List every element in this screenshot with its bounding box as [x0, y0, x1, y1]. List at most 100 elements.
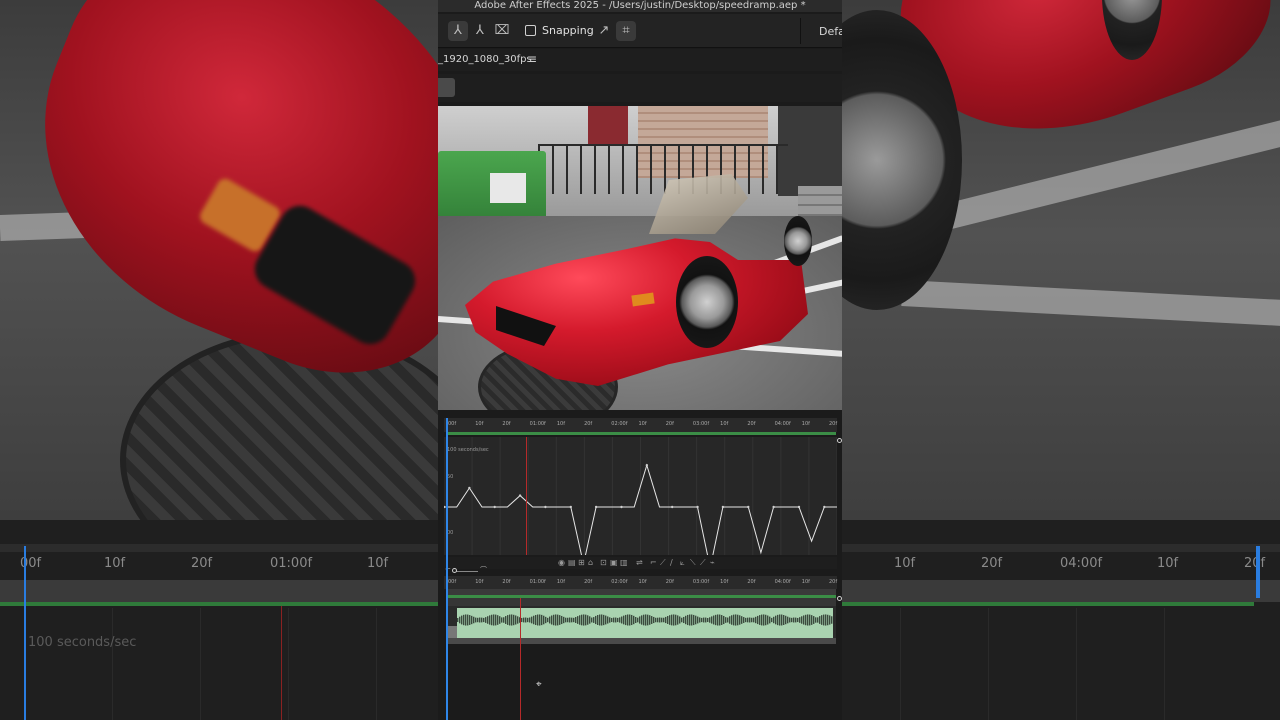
puppet-starch-tool-button[interactable]: ⌧ [492, 21, 512, 41]
waveform-sample [703, 617, 705, 623]
keyframe-point [544, 505, 547, 509]
waveform-sample [473, 616, 475, 624]
audio-waveform[interactable] [457, 608, 833, 638]
waveform-sample [487, 616, 489, 624]
auto-bezier-icon[interactable]: ∕ [670, 558, 673, 567]
waveform-sample [769, 616, 771, 624]
puppet-advanced-tool-button[interactable]: ⅄ [470, 21, 490, 41]
snapping-checkbox[interactable] [525, 25, 536, 36]
keyframe-point [721, 505, 725, 509]
graph-type-icon[interactable]: ▤ [568, 558, 576, 567]
waveform-sample [741, 616, 743, 624]
waveform-sample [535, 614, 537, 626]
composition-breadcrumb-tab[interactable] [438, 78, 455, 97]
waveform-sample [457, 618, 459, 622]
background-ruler [842, 544, 1280, 552]
background-ruler-tick: 20f [981, 556, 1003, 571]
timeline-ruler[interactable]: 00f 10f 20f 01:00f 10f 20f 02:00f 10f 20f 03:00f 1… [444, 576, 837, 589]
waveform-sample [663, 617, 665, 623]
timeline-end-handle[interactable] [837, 596, 842, 601]
background-grid-line [900, 608, 901, 720]
snap-edges-button[interactable]: ↗ [594, 21, 614, 41]
waveform-sample [637, 617, 639, 623]
waveform-sample [587, 615, 589, 625]
waveform-sample [829, 615, 831, 625]
waveform-sample [729, 616, 731, 624]
graph-ruler-tick: 02:00f [611, 421, 628, 427]
graph-editor[interactable]: 100 seconds/sec 50 00 [444, 437, 837, 555]
graph-editor-ruler[interactable]: 00f 10f 20f 01:00f 10f 20f 02:00f 10f 20f 03:00f 1… [444, 418, 837, 432]
screen: 00f 10f 20f 01:00f 10f 100 seconds/sec 1… [0, 0, 1280, 720]
waveform-sample [715, 614, 717, 626]
puppet-pin-tool-button[interactable]: ⅄ [448, 21, 468, 41]
car-front-wheel [676, 256, 738, 348]
timeline-ruler-tick: 02:00f [611, 579, 628, 585]
work-area-end-handle[interactable] [837, 438, 842, 443]
convert-hold-icon[interactable]: ⌐ [650, 558, 657, 567]
waveform-sample [503, 617, 505, 623]
separate-dimensions-icon[interactable]: ▥ [620, 558, 628, 567]
waveform-sample [605, 615, 607, 625]
edit-keyframe-icon[interactable]: ⇌ [636, 558, 643, 567]
waveform-sample [563, 616, 565, 624]
waveform-sample [467, 614, 469, 626]
waveform-sample [827, 614, 829, 626]
keyframe-point [620, 505, 623, 509]
snap-edges-icon: ↗ [598, 23, 610, 38]
timeline-ruler-tick: 04:00f [774, 579, 791, 585]
waveform-sample [685, 615, 687, 625]
show-transform-box-icon[interactable]: ⊞ [578, 558, 585, 567]
waveform-sample [463, 614, 465, 626]
waveform-sample [459, 616, 461, 624]
keyframe-point [594, 505, 598, 509]
hamburger-menu-icon[interactable]: ≡ [527, 52, 537, 66]
graph-work-area-bar[interactable] [446, 432, 836, 435]
snap-icon[interactable]: ⌂ [588, 558, 593, 567]
timeline-ruler-tick: 20f [502, 579, 511, 585]
zoom-slider-handle[interactable] [452, 568, 457, 573]
waveform-sample [771, 617, 773, 623]
speed-graph [444, 437, 837, 555]
waveform-sample [675, 614, 677, 626]
waveform-sample [523, 617, 525, 623]
graph-unit-label: 100 seconds/sec [447, 447, 489, 453]
timeline-empty-area[interactable] [438, 644, 842, 720]
eye-icon[interactable]: ◉ [558, 558, 565, 567]
waveform-sample [567, 617, 569, 623]
graph-ruler-tick: 20f [584, 421, 593, 427]
zoom-control: ⌐ ⌒ [444, 565, 837, 575]
waveform-sample [745, 617, 747, 623]
toolbar: ⅄ ⅄ ⌧ Snapping ↗ ⌗ Defau [438, 14, 842, 48]
waveform-sample [489, 615, 491, 625]
waveform-sample [681, 617, 683, 623]
waveform-sample [497, 615, 499, 625]
waveform-sample [807, 614, 809, 626]
current-time-indicator[interactable] [446, 418, 448, 720]
composition-viewer[interactable] [438, 106, 842, 410]
snap-features-button[interactable]: ⌗ [616, 21, 636, 41]
zoom-slider-track[interactable] [454, 571, 478, 572]
fit-selection-icon[interactable]: ⊡ [600, 558, 607, 567]
waveform-sample [717, 614, 719, 626]
background-grid-line [200, 608, 201, 720]
more-ease-icon[interactable]: ⌁ [710, 558, 715, 567]
graph-ruler-tick: 00f [448, 421, 457, 427]
composition-tab[interactable]: _1920_1080_30fps [438, 54, 532, 65]
waveform-sample [677, 615, 679, 625]
graph-ruler-tick: 10f [801, 421, 810, 427]
workspace-selector[interactable]: Defau [819, 25, 842, 38]
waveform-sample [653, 616, 655, 624]
waveform-sample [501, 617, 503, 623]
keyframe-point [772, 505, 775, 509]
background-grid-line [1076, 608, 1077, 720]
waveform-sample [465, 614, 467, 626]
waveform-sample [639, 616, 641, 624]
timeline-ruler-tick: 00f [448, 579, 457, 585]
graph-ruler-tick: 01:00f [529, 421, 546, 427]
waveform-sample [699, 617, 701, 623]
graph-ruler-tick: 20f [829, 421, 838, 427]
fit-all-icon[interactable]: ▣ [610, 558, 618, 567]
waveform-sample [515, 615, 517, 625]
waveform-sample [581, 614, 583, 626]
zoom-in-icon[interactable]: ⌒ [480, 565, 487, 575]
